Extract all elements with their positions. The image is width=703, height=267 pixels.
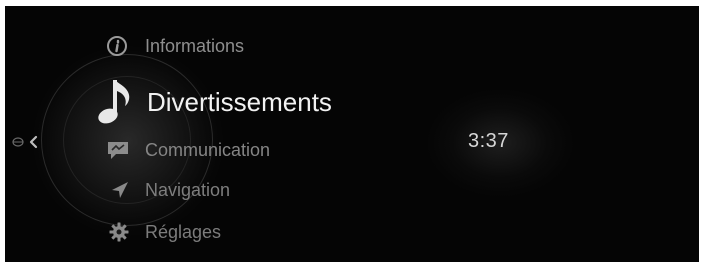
clock: 3:37 (468, 130, 509, 152)
back-button[interactable] (9, 134, 45, 150)
menu-item-label: Réglages (145, 221, 222, 242)
menu-item-reglages[interactable]: Réglages (107, 220, 221, 244)
message-icon (105, 138, 131, 162)
menu-item-label: Divertissements (147, 86, 332, 117)
infotainment-screen: Informations Divertissements Communicati… (5, 6, 699, 262)
gear-icon (107, 220, 131, 244)
menu-item-label: Navigation (145, 179, 231, 200)
info-icon (103, 34, 131, 58)
menu-item-divertissements[interactable]: Divertissements (93, 74, 332, 130)
menu-item-navigation[interactable]: Navigation (109, 178, 230, 202)
menu-item-informations[interactable]: Informations (103, 34, 244, 58)
music-note-icon (93, 74, 137, 130)
navigation-arrow-icon (109, 178, 131, 202)
menu-item-label: Informations (145, 35, 245, 56)
menu-item-label: Communication (145, 139, 271, 160)
menu-item-communication[interactable]: Communication (105, 138, 270, 162)
back-arrow-icon (12, 135, 38, 149)
